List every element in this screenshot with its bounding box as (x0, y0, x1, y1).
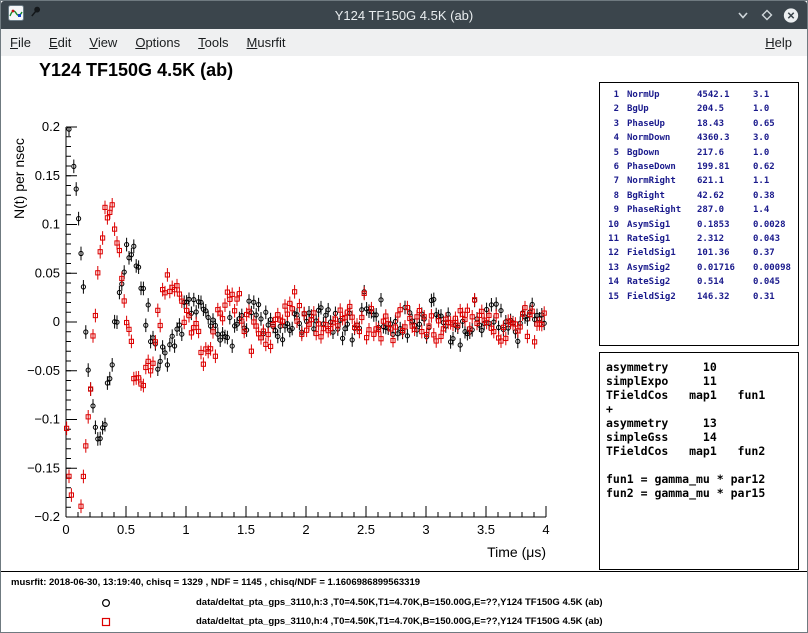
parameter-row: 15FieldSig2146.320.31 (605, 290, 798, 304)
x-axis-title: Time (μs) (487, 544, 546, 560)
parameter-row: 11RateSig12.3120.043 (605, 232, 798, 246)
parameter-row: 9PhaseRight287.01.4 (605, 203, 798, 217)
parameter-row: 14RateSig20.5140.045 (605, 275, 798, 289)
parameter-row: 6PhaseDown199.810.62 (605, 160, 798, 174)
legend-text: data/deltat_pta_gps_3110,h:4 ,T0=4.50K,T… (196, 616, 603, 627)
parameter-row: 1NormUp4542.13.1 (605, 88, 798, 102)
parameter-row: 7NormRight621.11.1 (605, 174, 798, 188)
minimize-button[interactable] (735, 7, 751, 23)
svg-text:3.5: 3.5 (477, 522, 495, 537)
theory-line: simplExpo 11 (606, 374, 798, 388)
svg-text:1: 1 (182, 522, 189, 537)
legend-text: data/deltat_pta_gps_3110,h:3 ,T0=4.50K,T… (196, 597, 603, 608)
legend-item: data/deltat_pta_gps_3110,h:4 ,T0=4.50K,T… (1, 612, 807, 631)
svg-text:−0.05: −0.05 (27, 363, 60, 378)
svg-text:−0.1: −0.1 (34, 412, 60, 427)
svg-text:2.5: 2.5 (357, 522, 375, 537)
parameter-row: 4NormDown4360.33.0 (605, 131, 798, 145)
menu-items-left: FileEditViewOptionsToolsMusrfit (1, 30, 295, 56)
data-series-circle (67, 127, 546, 446)
parameter-rows: 1NormUp4542.13.12BgUp204.51.03PhaseUp18.… (605, 88, 798, 304)
legend-circle-marker (100, 597, 112, 609)
legend-square-marker (100, 616, 112, 628)
svg-text:−0.2: −0.2 (34, 509, 60, 524)
svg-text:3: 3 (422, 522, 429, 537)
maximize-button[interactable] (759, 7, 775, 23)
data-series-square (65, 198, 547, 513)
window-title: Y124 TF150G 4.5K (ab) (1, 8, 807, 23)
menu-view[interactable]: View (80, 30, 126, 56)
svg-text:0: 0 (62, 522, 69, 537)
parameter-row: 13AsymSig20.017160.00098 (605, 261, 798, 275)
svg-text:4: 4 (542, 522, 549, 537)
parameter-row: 8BgRight42.620.38 (605, 189, 798, 203)
theory-line (606, 458, 798, 472)
theory-line: simpleGss 14 (606, 430, 798, 444)
theory-line: fun2 = gamma_mu * par15 (606, 486, 798, 500)
parameter-row: 10AsymSig10.18530.0028 (605, 218, 798, 232)
parameter-row: 12FieldSig1101.360.37 (605, 246, 798, 260)
y-axis-title: N(t) per nsec (11, 138, 27, 219)
theory-line: asymmetry 13 (606, 416, 798, 430)
menu-edit[interactable]: Edit (40, 30, 80, 56)
close-button[interactable] (783, 7, 799, 23)
theory-line: TFieldCos map1 fun2 (606, 444, 798, 458)
legend-item: data/deltat_pta_gps_3110,h:3 ,T0=4.50K,T… (1, 593, 807, 612)
plot-legend: data/deltat_pta_gps_3110,h:3 ,T0=4.50K,T… (1, 593, 807, 631)
parameter-box: 1NormUp4542.13.12BgUp204.51.03PhaseUp18.… (599, 82, 799, 346)
theory-box: asymmetry 10simplExpo 11TFieldCos map1 f… (599, 352, 799, 570)
app-window: Y124 TF150G 4.5K (ab) FileEditViewOp (0, 0, 808, 633)
menu-file[interactable]: File (1, 30, 40, 56)
title-bar[interactable]: Y124 TF150G 4.5K (ab) (1, 1, 807, 29)
parameter-row: 3PhaseUp18.430.65 (605, 117, 798, 131)
theory-line: asymmetry 10 (606, 360, 798, 374)
svg-text:0.2: 0.2 (42, 119, 60, 134)
svg-text:0.1: 0.1 (42, 217, 60, 232)
plot-area: Y124 TF150G 4.5K (ab) 00.511.522.533.540… (1, 56, 807, 632)
menu-musrfit[interactable]: Musrfit (238, 30, 295, 56)
svg-text:0: 0 (53, 314, 60, 329)
parameter-row: 2BgUp204.51.0 (605, 102, 798, 116)
fit-status-text: musrfit: 2018-06-30, 13:19:40, chisq = 1… (11, 577, 420, 588)
menu-bar: FileEditViewOptionsToolsMusrfit Help (1, 29, 807, 57)
app-icon (8, 5, 24, 26)
status-bar: musrfit: 2018-06-30, 13:19:40, chisq = 1… (1, 571, 807, 632)
svg-text:0.15: 0.15 (35, 168, 60, 183)
svg-text:1.5: 1.5 (237, 522, 255, 537)
menu-tools[interactable]: Tools (189, 30, 237, 56)
theory-line: + (606, 402, 798, 416)
parameter-row: 5BgDown217.61.0 (605, 146, 798, 160)
pin-icon[interactable] (30, 6, 43, 24)
menu-help[interactable]: Help (756, 35, 801, 50)
svg-text:2: 2 (302, 522, 309, 537)
theory-line: fun1 = gamma_mu * par12 (606, 472, 798, 486)
menu-options[interactable]: Options (126, 30, 189, 56)
theory-line: TFieldCos map1 fun1 (606, 388, 798, 402)
theory-lines: asymmetry 10simplExpo 11TFieldCos map1 f… (606, 360, 798, 500)
svg-text:−0.15: −0.15 (27, 460, 60, 475)
svg-text:0.05: 0.05 (35, 265, 60, 280)
svg-text:0.5: 0.5 (117, 522, 135, 537)
plot-title: Y124 TF150G 4.5K (ab) (39, 60, 233, 81)
plot-canvas[interactable]: 0 0.5 1 1.5 2 2.5 3 3.5 4 0.2 0.15 0.1 0.05 0 −0.05 −0.… (9, 112, 579, 562)
axes (66, 127, 546, 517)
